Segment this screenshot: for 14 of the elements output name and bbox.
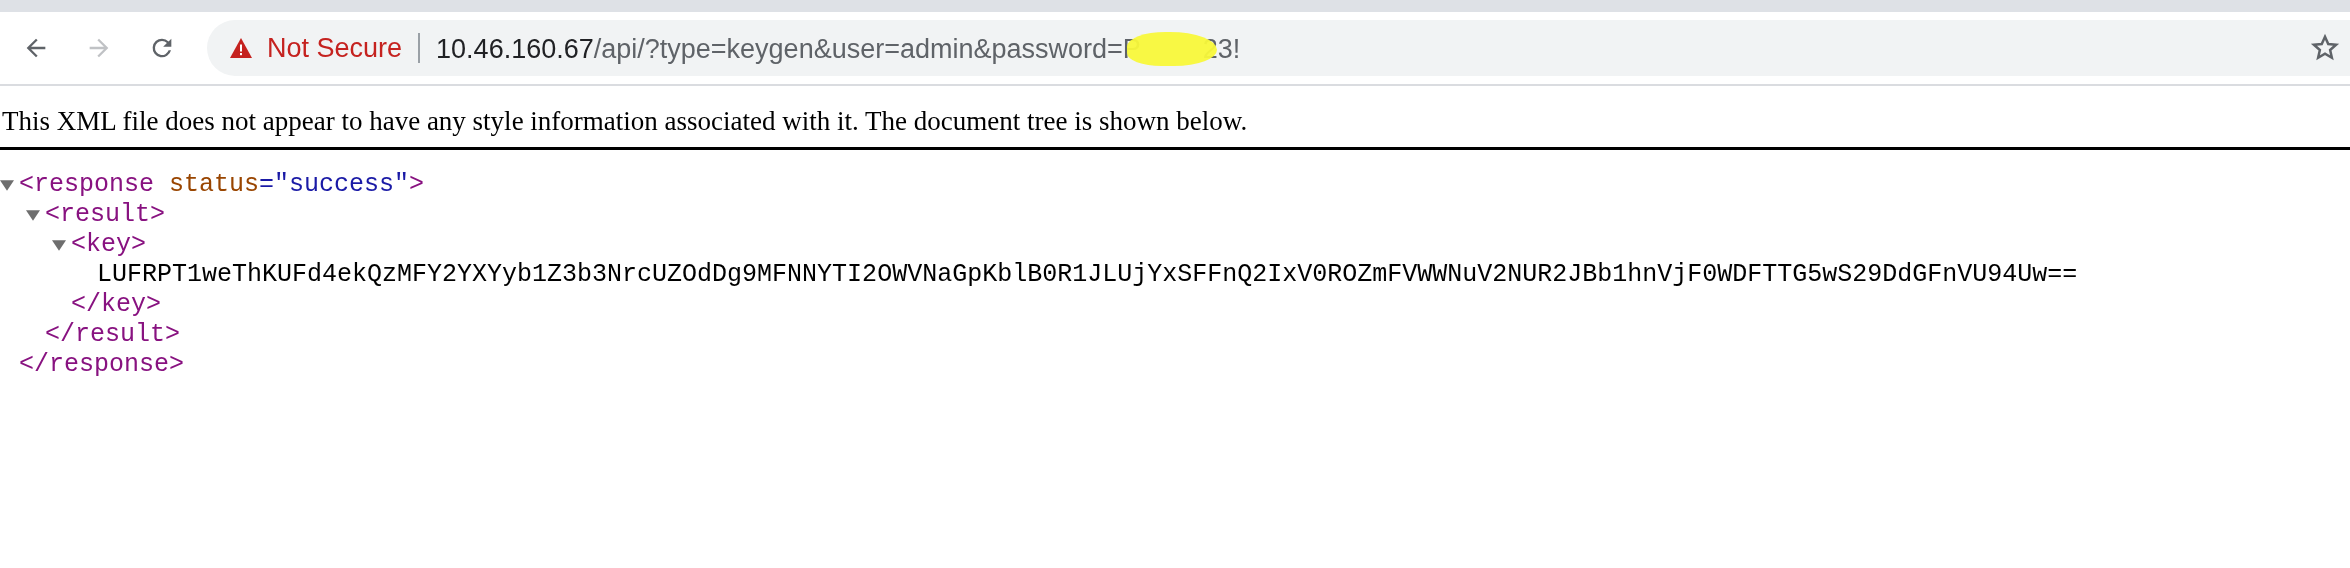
collapse-toggle-icon[interactable] (26, 208, 40, 222)
open-tag: <key> (71, 230, 147, 260)
close-tag: </key> (71, 290, 161, 320)
bookmark-star-icon[interactable] (2310, 33, 2340, 63)
close-tag: </response> (19, 350, 185, 380)
collapse-toggle-icon[interactable] (0, 178, 14, 192)
open-tag: <result> (45, 200, 166, 230)
key-value-text: LUFRPT1weThKUFd4ekQzMFY2YXYyb1Z3b3NrcUZOdDg9MFNNYTI2OWVNaGpKblB0R1JLUjYxSFFnQ2IxV0ROZmFVWWNuV2NUR2JBb1hnVjF0WDFTTG5wS29DdGFnVU94Uw== (97, 260, 2078, 290)
collapse-toggle-icon[interactable] (52, 238, 66, 252)
style-notice: This XML file does not appear to have any style information associated with it. The document tree is shown below. (0, 86, 2350, 150)
warning-icon (229, 37, 253, 59)
open-tag: <response status="success"> (19, 170, 425, 200)
security-label[interactable]: Not Secure (267, 32, 403, 64)
close-tag: </result> (45, 320, 181, 350)
